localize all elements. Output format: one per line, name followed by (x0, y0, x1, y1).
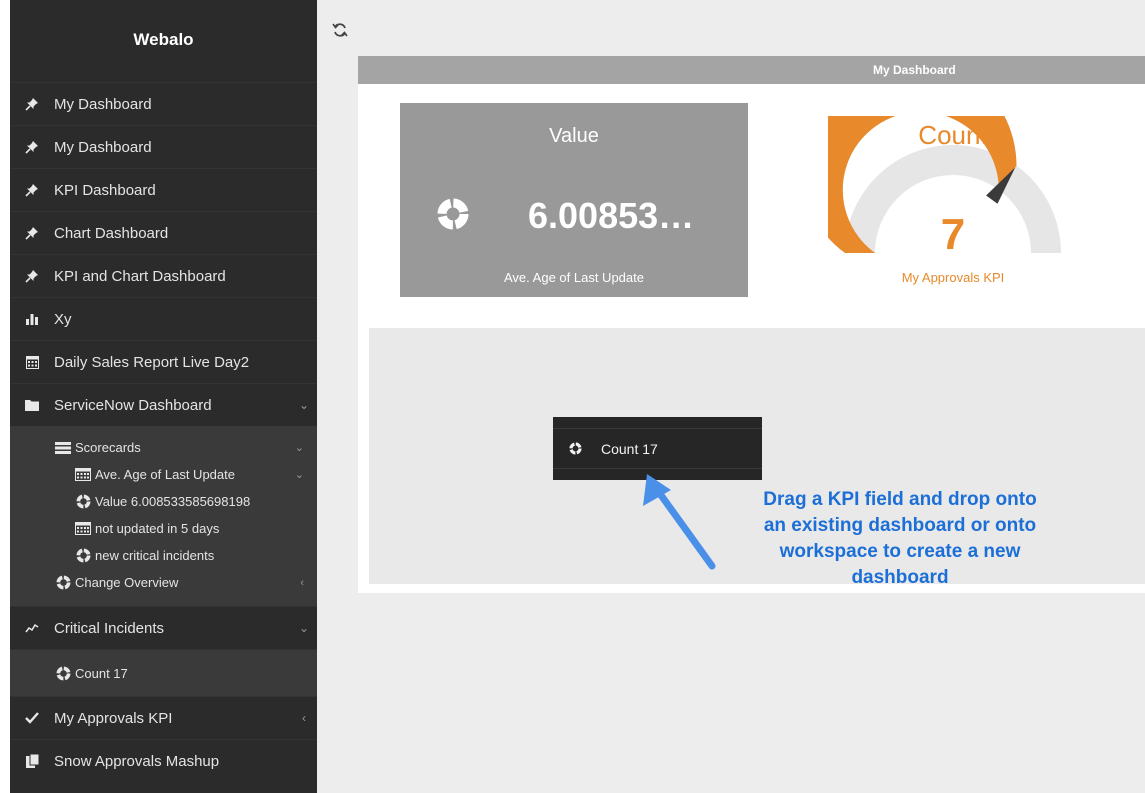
annotation-text: Drag a KPI field and drop onto an existi… (710, 487, 1090, 591)
pin-icon (10, 97, 54, 111)
sidebar-item-daily-sales-report[interactable]: Daily Sales Report Live Day2 (10, 340, 317, 383)
donut-icon (54, 575, 72, 590)
sidebar-item-my-dashboard-2[interactable]: My Dashboard (10, 125, 317, 168)
main-area: My Dashboard Value 6.00853… Ave. Age of … (317, 0, 1145, 793)
sidebar-item-kpi-dashboard[interactable]: KPI Dashboard (10, 168, 317, 211)
kpi-value-tile[interactable]: Value 6.00853… Ave. Age of Last Update (400, 103, 748, 297)
sidebar-item-snow-approvals-mashup[interactable]: Snow Approvals Mashup (10, 739, 317, 782)
chevron-down-icon[interactable]: ⌄ (291, 621, 317, 635)
sidebar-subitem-label: Ave. Age of Last Update (95, 467, 235, 482)
sidebar-item-label: Daily Sales Report Live Day2 (54, 353, 250, 371)
brand-title: Webalo (133, 29, 194, 49)
sidebar-subitem-ave-age[interactable]: Ave. Age of Last Update ⌄ (10, 461, 317, 488)
annotation-line: dashboard (851, 567, 949, 588)
calendar-icon (74, 468, 92, 482)
kpi-gauge-tile[interactable]: Count 7 My Approvals KPI (828, 116, 1078, 306)
sidebar-subitem-label: Change Overview (75, 575, 179, 590)
sidebar-item-kpi-and-chart-dashboard[interactable]: KPI and Chart Dashboard (10, 254, 317, 297)
sidebar-subitem-label: new critical incidents (95, 548, 215, 563)
table-icon (54, 441, 72, 455)
gauge-title: Count (918, 120, 988, 150)
workspace-dropzone[interactable]: Count 17 Drag a KPI field and drop onto … (369, 328, 1145, 588)
sidebar-item-label: Xy (54, 310, 72, 328)
folder-icon (10, 399, 54, 411)
document-icon (10, 754, 54, 768)
chevron-left-icon[interactable]: ‹ (300, 577, 304, 589)
sidebar-item-label: Critical Incidents (54, 619, 165, 637)
sidebar-subitem-label: Value 6.008533585698198 (95, 494, 251, 509)
sidebar-item-label: KPI Dashboard (54, 181, 156, 199)
chevron-left-icon[interactable]: ‹ (291, 711, 317, 725)
sidebar-item-label: My Dashboard (54, 138, 152, 156)
line-chart-icon (10, 622, 54, 634)
calendar-icon (74, 522, 92, 536)
servicenow-submenu: Scorecards ⌄ Ave. Age of Last Update ⌄ V… (10, 426, 317, 606)
app-root: Webalo My Dashboard My Dashboard KPI Das… (0, 0, 1145, 793)
sidebar-subitem-label: not updated in 5 days (95, 521, 220, 536)
pin-icon (10, 226, 54, 240)
sidebar-item-label: KPI and Chart Dashboard (54, 267, 226, 285)
donut-icon (74, 548, 92, 563)
chevron-down-icon[interactable]: ⌄ (295, 441, 304, 454)
sidebar-subitem-change-overview[interactable]: Change Overview ‹ (10, 569, 317, 596)
pin-icon (10, 269, 54, 283)
sidebar-item-label: Chart Dashboard (54, 224, 169, 242)
pin-icon (10, 140, 54, 154)
sidebar-item-label: ServiceNow Dashboard (54, 396, 212, 414)
kpi-subtitle: Ave. Age of Last Update (504, 270, 644, 285)
sidebar-subitem-not-updated[interactable]: not updated in 5 days (10, 515, 317, 542)
sidebar-subitem-label: Count 17 (75, 665, 128, 681)
sidebar: Webalo My Dashboard My Dashboard KPI Das… (10, 0, 317, 793)
sidebar-item-my-approvals-kpi[interactable]: My Approvals KPI ‹ (10, 696, 317, 739)
kpi-title: Value (549, 125, 599, 147)
sidebar-item-xy[interactable]: Xy (10, 297, 317, 340)
sidebar-item-chart-dashboard[interactable]: Chart Dashboard (10, 211, 317, 254)
chevron-down-icon[interactable]: ⌄ (295, 468, 304, 481)
donut-icon (437, 198, 469, 230)
refresh-icon[interactable] (332, 22, 348, 38)
sidebar-subitem-value[interactable]: Value 6.008533585698198 (10, 488, 317, 515)
chevron-down-icon[interactable]: ⌄ (291, 398, 317, 412)
bar-chart-icon (10, 312, 54, 326)
annotation-line: Drag a KPI field and drop onto (763, 489, 1037, 510)
checkmark-icon (10, 712, 54, 724)
sidebar-item-label: My Approvals KPI (54, 709, 173, 727)
annotation-line: workspace to create a new (779, 541, 1021, 562)
gauge-value: 7 (940, 210, 966, 259)
annotation-line: an existing dashboard or onto (763, 515, 1037, 536)
donut-icon (74, 494, 92, 509)
sidebar-item-my-dashboard-1[interactable]: My Dashboard (10, 82, 317, 125)
sidebar-item-label: My Dashboard (54, 95, 152, 113)
kpi-value: 6.00853… (528, 195, 695, 236)
sidebar-subitem-label: Scorecards (75, 440, 141, 455)
pin-icon (10, 183, 54, 197)
sidebar-subitem-new-critical[interactable]: new critical incidents (10, 542, 317, 569)
sidebar-item-critical-incidents[interactable]: Critical Incidents ⌄ (10, 606, 317, 649)
sidebar-item-label: Snow Approvals Mashup (54, 752, 220, 770)
sidebar-subitem-scorecards[interactable]: Scorecards ⌄ (10, 434, 317, 461)
gauge-subtitle: My Approvals KPI (901, 270, 1005, 285)
dashboard-header: My Dashboard (358, 56, 1145, 84)
calendar-icon (10, 355, 54, 369)
sidebar-subitem-count[interactable]: Count 17 (10, 649, 317, 696)
donut-icon (54, 665, 72, 681)
sidebar-item-servicenow-dashboard[interactable]: ServiceNow Dashboard ⌄ (10, 383, 317, 426)
